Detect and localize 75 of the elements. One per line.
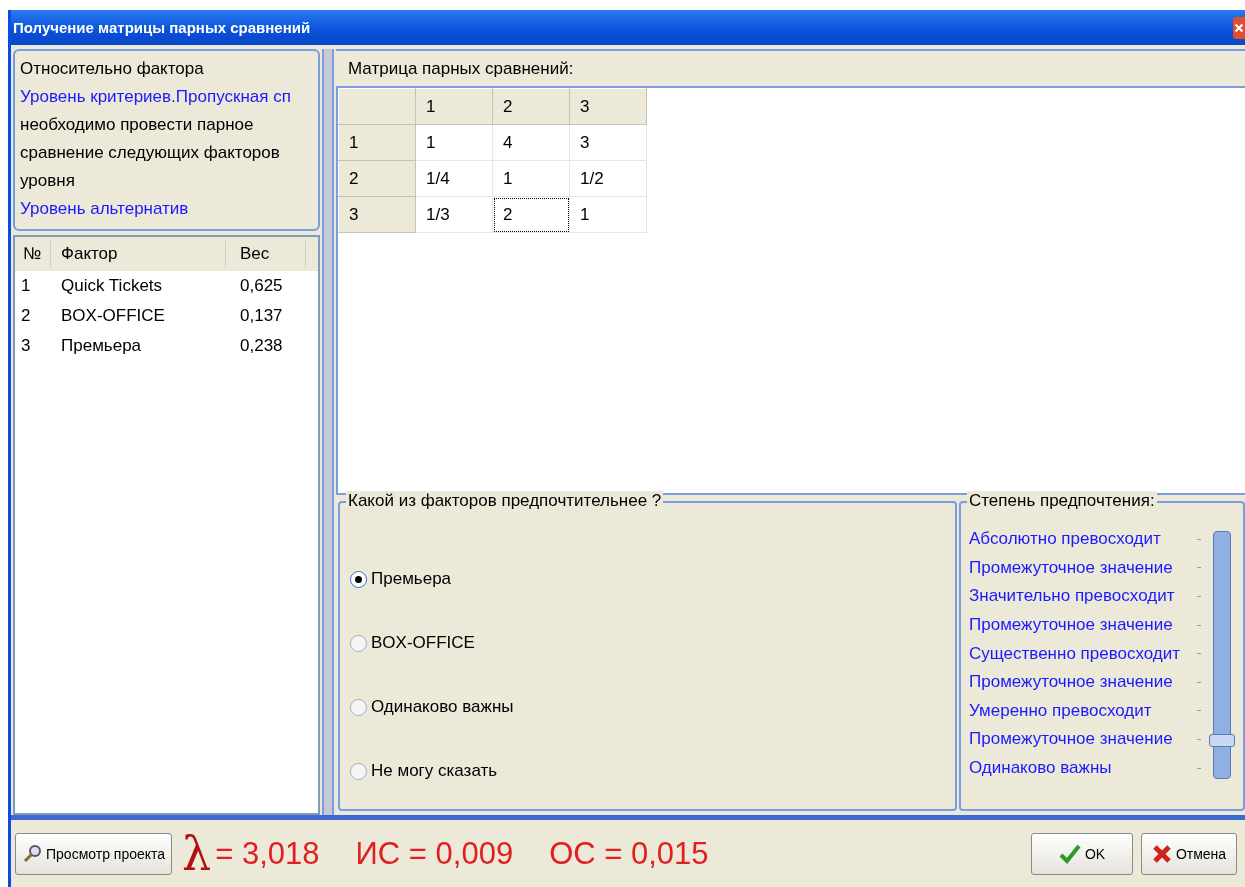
slider-track[interactable]: [1209, 531, 1235, 779]
table-cell-text: 0,238: [239, 335, 284, 357]
info-text: необходимо провести парное сравнение следующих факторов уровня: [20, 114, 281, 192]
check-icon: [1058, 843, 1081, 864]
table-cell-text: 2: [20, 305, 32, 327]
column-header: 1: [415, 88, 493, 125]
scale-label: Промежуточное значение: [969, 672, 1174, 693]
tick-mark: [1197, 567, 1201, 569]
scale-label: Значительно превосходит: [969, 586, 1176, 607]
group-legend: Степень предпочтения:: [967, 491, 1157, 511]
scale-label: Абсолютно превосходит: [969, 529, 1162, 550]
scale-label: Промежуточное значение: [969, 615, 1174, 636]
column-header[interactable]: №: [15, 241, 51, 267]
ok-button[interactable]: OK: [1031, 832, 1133, 875]
column-header: 3: [569, 88, 647, 125]
table-cell[interactable]: 3: [569, 124, 647, 161]
close-button[interactable]: [1233, 16, 1245, 39]
radio-button[interactable]: [350, 570, 367, 588]
scale-label: Умеренно превосходит: [969, 700, 1153, 721]
splitter-handle[interactable]: [322, 49, 334, 815]
table-cell-text: 1: [20, 275, 32, 297]
column-header[interactable]: Фактор: [51, 241, 226, 267]
table-cell[interactable]: 1: [569, 196, 647, 233]
matrix-title: Матрица парных сравнений:: [348, 58, 574, 79]
radio-button[interactable]: [350, 634, 367, 652]
lambda-value: = 3,018: [215, 835, 320, 872]
radio-button[interactable]: [350, 698, 367, 716]
table-cell[interactable]: 1: [492, 160, 570, 197]
consistency-index: ИС = 0,009: [355, 835, 514, 872]
table-cell[interactable]: 1: [415, 124, 493, 161]
table-cell[interactable]: 1/3: [415, 196, 493, 233]
group-legend: Какой из факторов предпочтительнее ?: [346, 491, 664, 511]
table-cell[interactable]: 2: [492, 196, 570, 233]
table-cell-text: 0,137: [239, 305, 284, 327]
table-cell[interactable]: 1/4: [415, 160, 493, 197]
table-cell-text: Quick Tickets: [60, 275, 164, 297]
column-header[interactable]: Вес: [226, 241, 306, 267]
radio-option[interactable]: BOX-OFFICE: [350, 611, 955, 675]
level-link[interactable]: Уровень критериев.Пропускная сп: [20, 83, 318, 111]
cancel-button[interactable]: Отмена: [1141, 832, 1237, 875]
table-cell-text: 0,625: [239, 275, 284, 297]
cross-icon: [1151, 843, 1172, 864]
table-cell[interactable]: 4: [492, 124, 570, 161]
scale-label: Существенно превосходит: [969, 643, 1182, 664]
radio-option[interactable]: Премьера: [350, 547, 955, 611]
tick-mark: [1197, 538, 1201, 540]
table-cell-text: Премьера: [60, 335, 143, 357]
slider-thumb[interactable]: [1209, 734, 1235, 748]
window-title: Получение матрицы парных сравнений: [13, 19, 312, 36]
scale-label: Промежуточное значение: [969, 557, 1174, 578]
info-text: Относительно фактора: [20, 58, 205, 80]
view-project-button[interactable]: Просмотр проекта: [15, 832, 173, 875]
tick-mark: [1197, 710, 1201, 712]
scale-label: Одинаково важны: [969, 758, 1113, 779]
tick-mark: [1197, 738, 1201, 740]
radio-option[interactable]: Одинаково важны: [350, 675, 955, 739]
tick-mark: [1197, 681, 1201, 683]
magnifier-icon: [22, 843, 42, 864]
level-link[interactable]: Уровень альтернатив: [20, 195, 318, 224]
scale-label: Промежуточное значение: [969, 729, 1174, 750]
tick-mark: [1197, 767, 1201, 769]
consistency-index: ОС = 0,015: [549, 835, 709, 872]
row-header: 1: [338, 124, 416, 161]
radio-option[interactable]: Не могу сказать: [350, 739, 955, 803]
row-header: 3: [338, 196, 416, 233]
column-header: 2: [492, 88, 570, 125]
lambda-symbol: λ: [182, 830, 212, 877]
tick-mark: [1197, 624, 1201, 626]
tick-mark: [1197, 596, 1201, 597]
table-cell-text: BOX-OFFICE: [60, 305, 166, 327]
radio-button[interactable]: [350, 762, 367, 780]
table-cell[interactable]: 1/2: [569, 160, 647, 197]
row-header: 2: [338, 160, 416, 197]
table-cell-text: 3: [20, 335, 32, 357]
tick-mark: [1197, 653, 1201, 655]
